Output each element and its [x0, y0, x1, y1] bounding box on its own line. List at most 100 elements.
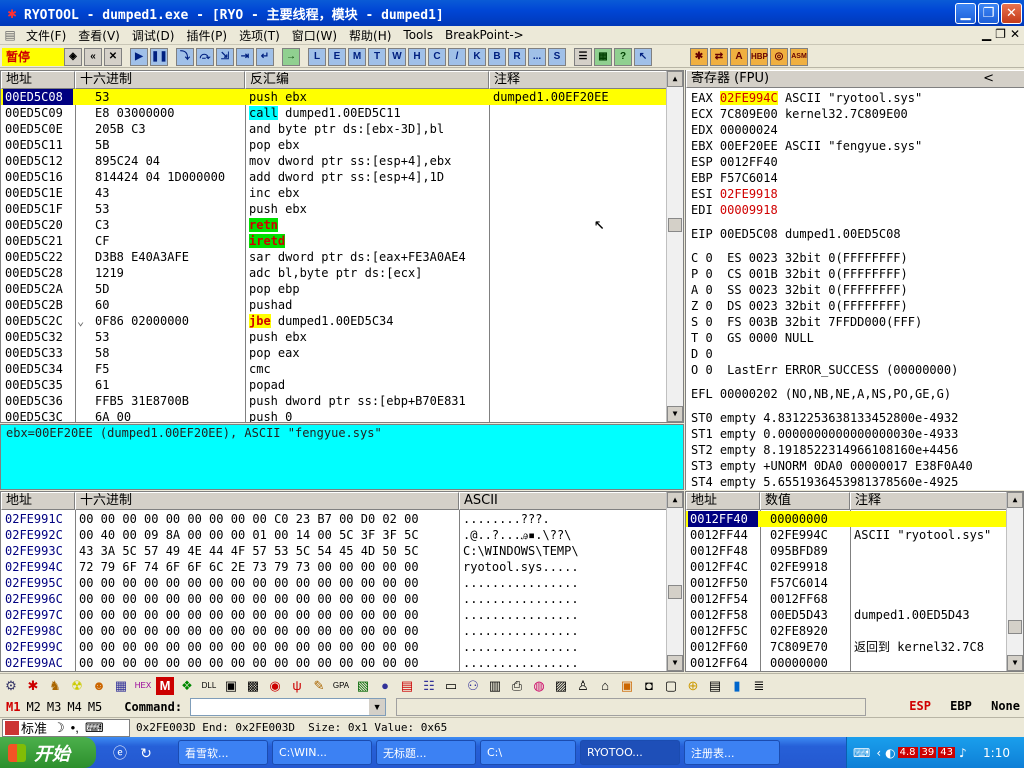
- stack-scroll-thumb[interactable]: [1008, 620, 1022, 634]
- disasm-row[interactable]: 00ED5C1F 53 push ebx: [1, 201, 667, 217]
- window-h-button[interactable]: H: [408, 47, 426, 66]
- title-bar[interactable]: ✱ RYOTOOL - dumped1.exe - [RYO - 主要线程，模块…: [0, 0, 1024, 26]
- close-button[interactable]: ✕: [1001, 3, 1022, 24]
- ime-punct-icon[interactable]: •,: [71, 720, 79, 735]
- register-line[interactable]: Z 0 DS 0023 32bit 0(FFFFFFFF): [691, 298, 908, 314]
- disasm-row[interactable]: 00ED5C2B 60 pushad: [1, 297, 667, 313]
- ime-moon-icon[interactable]: ☽: [53, 720, 65, 736]
- mark-m2[interactable]: M2: [26, 700, 40, 714]
- register-line[interactable]: S 0 FS 003B 32bit 7FFDD000(FFF): [691, 314, 922, 330]
- tool-wrench-icon[interactable]: ✎: [310, 677, 328, 695]
- register-line[interactable]: O 0 LastErr ERROR_SUCCESS (00000000): [691, 362, 958, 378]
- window-dots-button[interactable]: ...: [528, 47, 546, 66]
- trace-into-icon[interactable]: ⇲: [216, 47, 234, 66]
- register-line[interactable]: EDI 00009918: [691, 202, 785, 218]
- disasm-row[interactable]: 00ED5C09 E8 03000000 call dumped1.00ED5C11: [1, 105, 667, 121]
- tool-eye-icon[interactable]: ◉: [266, 677, 284, 695]
- pause-icon[interactable]: ❚❚: [150, 47, 168, 66]
- disasm-row[interactable]: 00ED5C32 53 push ebx: [1, 329, 667, 345]
- mdi-close-icon[interactable]: ✕: [1010, 27, 1020, 41]
- menu-tools[interactable]: Tools: [397, 28, 439, 42]
- menu-plugins[interactable]: 插件(P): [180, 27, 233, 44]
- plugin-arrows-icon[interactable]: ⇄: [710, 47, 728, 66]
- ime-mode[interactable]: 标准: [21, 718, 47, 737]
- tool-people-icon[interactable]: ⚇: [464, 677, 482, 695]
- collapse-icon[interactable]: <: [983, 71, 994, 87]
- window-t-button[interactable]: T: [368, 47, 386, 66]
- tool-hex-icon[interactable]: HEX: [134, 677, 152, 695]
- scroll-up-icon[interactable]: ▲: [667, 71, 683, 87]
- dump-scroll-down-icon[interactable]: ▼: [667, 655, 683, 671]
- window-e-button[interactable]: E: [328, 47, 346, 66]
- tool-coin-icon[interactable]: ⊕: [684, 677, 702, 695]
- open-icon[interactable]: ◈: [64, 47, 82, 66]
- disasm-row[interactable]: 00ED5C08 53 push ebx dumped1.00EF20EE: [1, 89, 667, 105]
- register-line[interactable]: EFL 00000202 (NO,NB,NE,A,NS,PO,GE,G): [691, 386, 951, 402]
- tray-expand-icon[interactable]: ‹: [876, 746, 881, 760]
- tool-molecule-icon[interactable]: ❖: [178, 677, 196, 695]
- disasm-row[interactable]: 00ED5C3C 6A 00 push 0: [1, 409, 667, 422]
- maximize-button[interactable]: ❐: [978, 3, 999, 24]
- register-line[interactable]: EAX 02FE994C ASCII "ryotool.sys": [691, 90, 922, 106]
- question-icon[interactable]: ?: [614, 47, 632, 66]
- window-s-button[interactable]: S: [548, 47, 566, 66]
- tool-monitor-icon[interactable]: ▣: [222, 677, 240, 695]
- plugin-bug-icon[interactable]: ✱: [690, 47, 708, 66]
- register-value[interactable]: 02FE9918: [720, 187, 778, 201]
- menu-breakpoint[interactable]: BreakPoint->: [439, 28, 530, 42]
- window-k-button[interactable]: K: [468, 47, 486, 66]
- tool-gear-icon[interactable]: ⚙: [2, 677, 20, 695]
- ime-bar[interactable]: 标准 ☽ •, ⌨: [2, 718, 130, 737]
- quicklaunch-refresh-icon[interactable]: ↻: [136, 743, 156, 763]
- menu-debug[interactable]: 调试(D): [126, 27, 181, 44]
- register-line[interactable]: ESP 0012FF40: [691, 154, 785, 170]
- scroll-thumb[interactable]: [668, 218, 682, 232]
- stack-pane[interactable]: 地址 数值 注释 0012FF40 00000000 0012FF44 02FE994…: [685, 491, 1024, 672]
- stack-row[interactable]: 0012FF44 02FE994C ASCII "ryotool.sys": [686, 527, 1007, 543]
- window-b-button[interactable]: B: [488, 47, 506, 66]
- tool-face-icon[interactable]: ☻: [90, 677, 108, 695]
- minimize-button[interactable]: ▁: [955, 3, 976, 24]
- register-line[interactable]: T 0 GS 0000 NULL: [691, 330, 814, 346]
- dump-row[interactable]: 02FE996C 00 00 00 00 00 00 00 00 00 00 00…: [1, 591, 667, 607]
- tool-notes-icon[interactable]: ≣: [750, 677, 768, 695]
- window-r-button[interactable]: R: [508, 47, 526, 66]
- disasm-row[interactable]: 00ED5C2C ⌄ 0F86 02000000 jbe dumped1.00ED5C…: [1, 313, 667, 329]
- dump-row[interactable]: 02FE997C 00 00 00 00 00 00 00 00 00 00 00…: [1, 607, 667, 623]
- register-value[interactable]: 00000024: [720, 123, 778, 137]
- dump-col-hex[interactable]: 十六进制: [75, 492, 459, 510]
- disasm-row[interactable]: 00ED5C28 1219 adc bl,byte ptr ds:[ecx]: [1, 265, 667, 281]
- reg-ebp-button[interactable]: EBP: [950, 699, 972, 713]
- mark-m1[interactable]: M1: [6, 700, 20, 714]
- task-ryotool[interactable]: RYOTOO...: [580, 740, 680, 765]
- register-line[interactable]: EIP 00ED5C08 dumped1.00ED5C08: [691, 226, 901, 242]
- disasm-row[interactable]: 00ED5C20 C3 retn: [1, 217, 667, 233]
- dump-scroll-thumb[interactable]: [668, 585, 682, 599]
- disasm-row[interactable]: 00ED5C12 895C24 04 mov dword ptr ss:[esp+4…: [1, 153, 667, 169]
- tool-checker-icon[interactable]: ▩: [244, 677, 262, 695]
- register-line[interactable]: ST0 empty 4.8312253638133452800e-4932: [691, 410, 958, 426]
- tool-penguin-icon[interactable]: ♙: [574, 677, 592, 695]
- tool-fork-icon[interactable]: ψ: [288, 677, 306, 695]
- window-w-button[interactable]: W: [388, 47, 406, 66]
- col-address[interactable]: 地址: [1, 71, 75, 89]
- register-line[interactable]: A 0 SS 0023 32bit 0(FFFFFFFF): [691, 282, 908, 298]
- cursor-icon[interactable]: ↖: [634, 47, 652, 66]
- quicklaunch-ie-icon[interactable]: ⓔ: [110, 743, 130, 763]
- target-icon[interactable]: ◎: [770, 47, 788, 66]
- menu-options[interactable]: 选项(T): [233, 27, 286, 44]
- dump-row[interactable]: 02FE991C 00 00 00 00 00 00 00 00 00 C0 23…: [1, 511, 667, 527]
- run-icon[interactable]: ▶: [130, 47, 148, 66]
- stack-row[interactable]: 0012FF54 0012FF68: [686, 591, 1007, 607]
- reg-esp-button[interactable]: ESP: [909, 699, 931, 713]
- register-value[interactable]: 00ED5C08: [720, 227, 778, 241]
- mark-m4[interactable]: M4: [67, 700, 81, 714]
- menu-window[interactable]: 窗口(W): [286, 27, 343, 44]
- mark-m5[interactable]: M5: [88, 700, 102, 714]
- disasm-row[interactable]: 00ED5C1E 43 inc ebx: [1, 185, 667, 201]
- dump-row[interactable]: 02FE999C 00 00 00 00 00 00 00 00 00 00 00…: [1, 639, 667, 655]
- mdi-restore-icon[interactable]: ❐: [995, 27, 1006, 41]
- register-value[interactable]: 00EF20EE: [720, 139, 778, 153]
- register-value[interactable]: 7C809E00: [720, 107, 778, 121]
- grid-icon[interactable]: ▦: [594, 47, 612, 66]
